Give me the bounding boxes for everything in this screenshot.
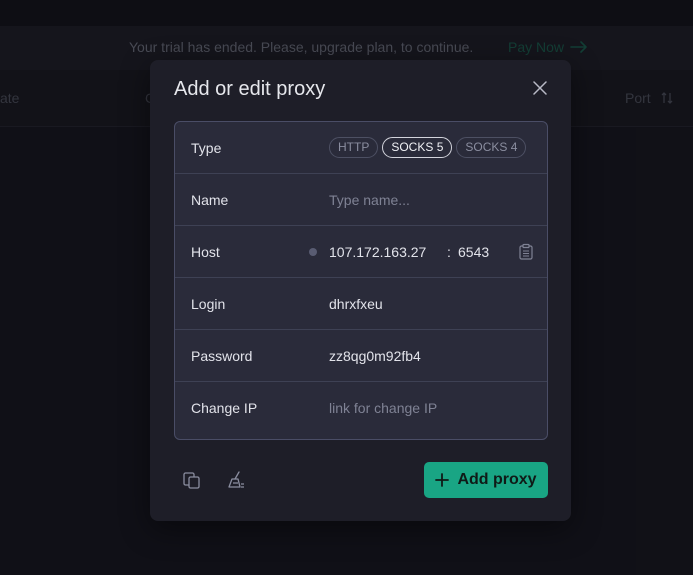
- type-row: Type HTTP SOCKS 5 SOCKS 4: [175, 122, 547, 174]
- proxy-dialog: Add or edit proxy Type HTTP SOCKS 5 SOCK…: [150, 60, 571, 521]
- host-port-input[interactable]: 6543: [458, 244, 489, 260]
- name-label: Name: [191, 191, 229, 208]
- clear-button[interactable]: [226, 470, 246, 490]
- host-separator: :: [447, 243, 451, 260]
- plus-icon: [435, 473, 450, 487]
- host-ip-input[interactable]: 107.172.163.27: [329, 244, 426, 260]
- change-ip-input[interactable]: link for change IP: [329, 400, 519, 416]
- add-proxy-label: Add proxy: [457, 471, 537, 488]
- host-status-dot: [309, 248, 317, 256]
- login-row: Login dhrxfxeu: [175, 278, 547, 330]
- password-input[interactable]: zz8qg0m92fb4: [329, 348, 519, 364]
- password-label: Password: [191, 347, 253, 364]
- host-label: Host: [191, 243, 220, 260]
- name-row: Name Type name...: [175, 174, 547, 226]
- password-row: Password zz8qg0m92fb4: [175, 330, 547, 382]
- paste-button[interactable]: [517, 243, 535, 261]
- type-selector: HTTP SOCKS 5 SOCKS 4: [329, 137, 527, 158]
- type-label: Type: [191, 139, 222, 156]
- dialog-title: Add or edit proxy: [174, 78, 326, 100]
- name-input[interactable]: Type name...: [329, 192, 519, 208]
- type-http-option[interactable]: HTTP: [329, 137, 379, 158]
- close-button[interactable]: [530, 78, 550, 98]
- close-icon: [533, 81, 547, 95]
- change-ip-label: Change IP: [191, 400, 258, 416]
- clear-icon: [228, 471, 244, 488]
- change-ip-row: Change IP link for change IP: [175, 382, 547, 434]
- copy-icon: [183, 472, 200, 489]
- type-socks4-option[interactable]: SOCKS 4: [456, 137, 527, 158]
- copy-button[interactable]: [182, 470, 202, 490]
- add-proxy-button[interactable]: Add proxy: [424, 462, 548, 498]
- host-row: Host 107.172.163.27 : 6543: [175, 226, 547, 278]
- type-socks5-option[interactable]: SOCKS 5: [382, 137, 453, 158]
- clipboard-icon: [519, 243, 533, 260]
- proxy-form: Type HTTP SOCKS 5 SOCKS 4 Name Type name…: [174, 121, 548, 440]
- login-input[interactable]: dhrxfxeu: [329, 296, 519, 312]
- login-label: Login: [191, 295, 226, 312]
